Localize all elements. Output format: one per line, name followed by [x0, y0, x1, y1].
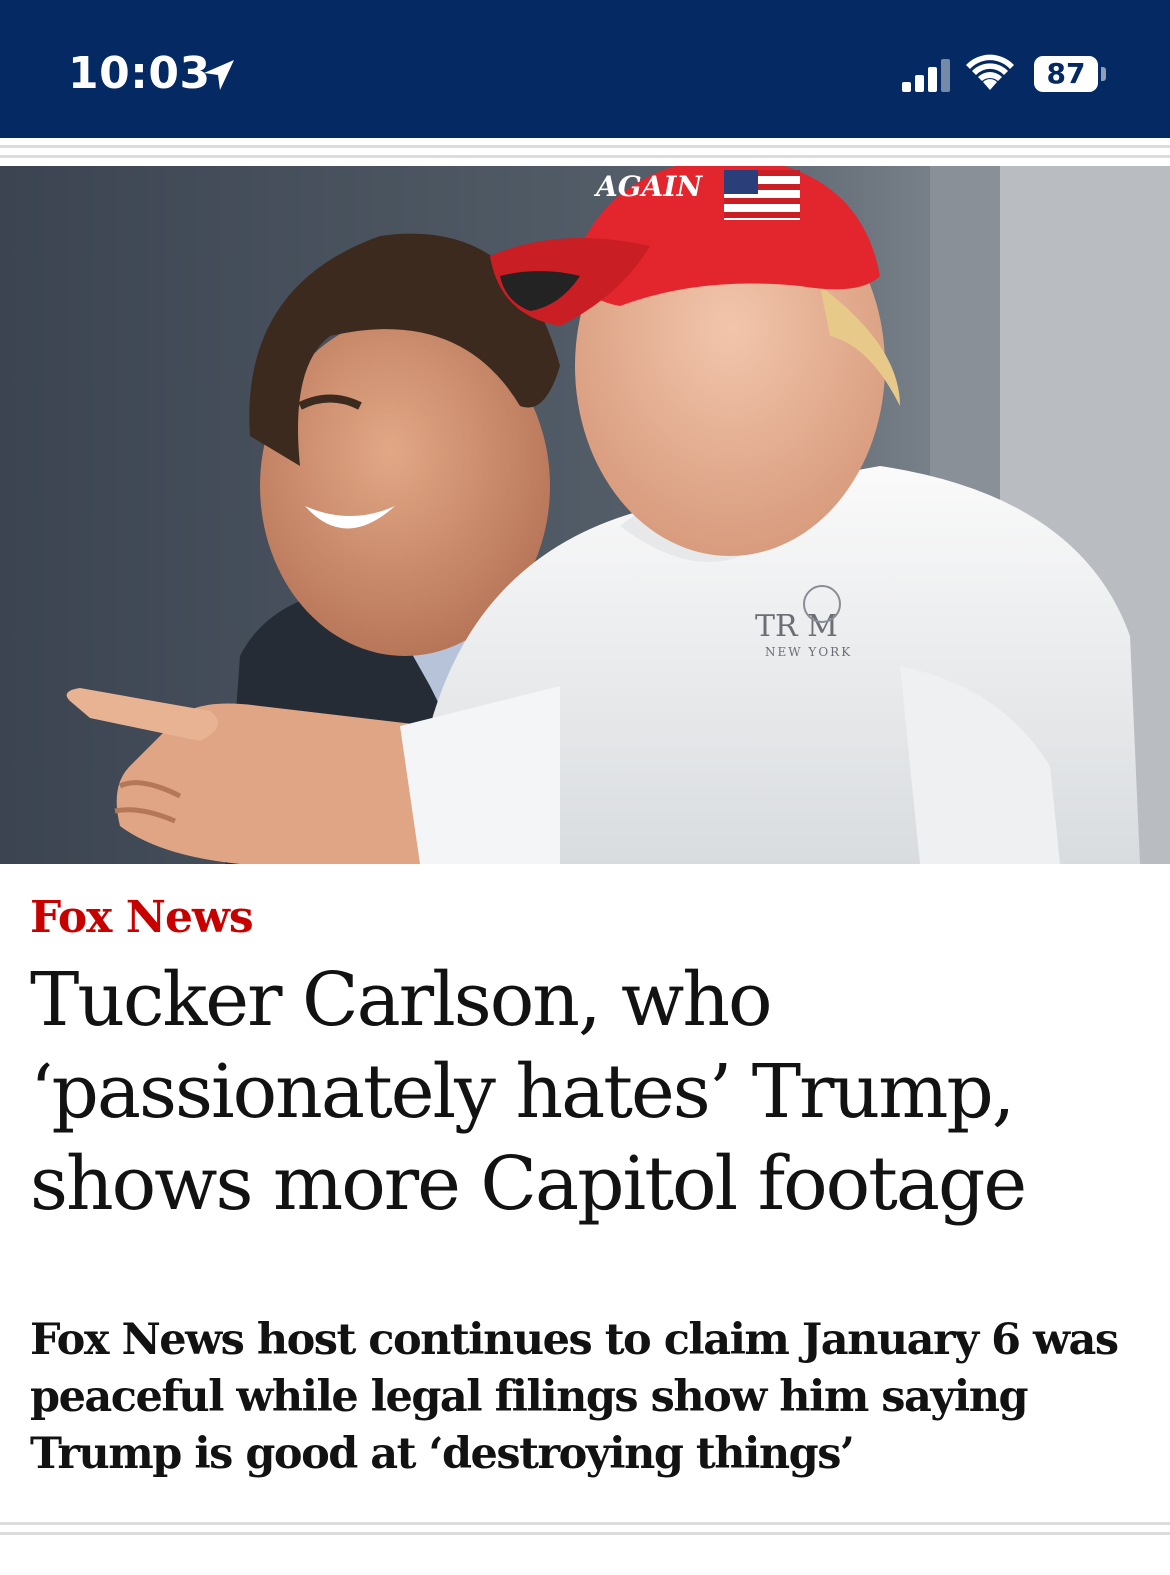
- footer-rule: [0, 1522, 1170, 1525]
- hero-photo[interactable]: AGAIN TR M NEW YORK i: [0, 166, 1170, 864]
- header-rule: [0, 145, 1170, 148]
- status-time: 10:03: [68, 48, 211, 99]
- battery-cap: [1101, 67, 1106, 81]
- article-standfirst: Fox News host continues to claim January…: [30, 1315, 1119, 1479]
- cap-text: AGAIN: [593, 170, 703, 203]
- article-headline: Tucker Carlson, who ‘passionately hates’…: [30, 957, 1027, 1227]
- cellular-signal-icon: [902, 59, 950, 92]
- shirt-logo-text: TR M: [755, 609, 838, 644]
- location-arrow-icon: [204, 60, 234, 90]
- header-rule: [0, 155, 1170, 158]
- wifi-icon: [966, 54, 1014, 90]
- hero-photo-illustration: AGAIN TR M NEW YORK: [0, 166, 1170, 864]
- shirt-logo-subtext: NEW YORK: [765, 645, 852, 659]
- footer-rule: [0, 1532, 1170, 1535]
- status-bar: 10:03 87: [0, 0, 1170, 138]
- battery-indicator: 87: [1034, 56, 1098, 92]
- article-kicker[interactable]: Fox News: [30, 888, 254, 948]
